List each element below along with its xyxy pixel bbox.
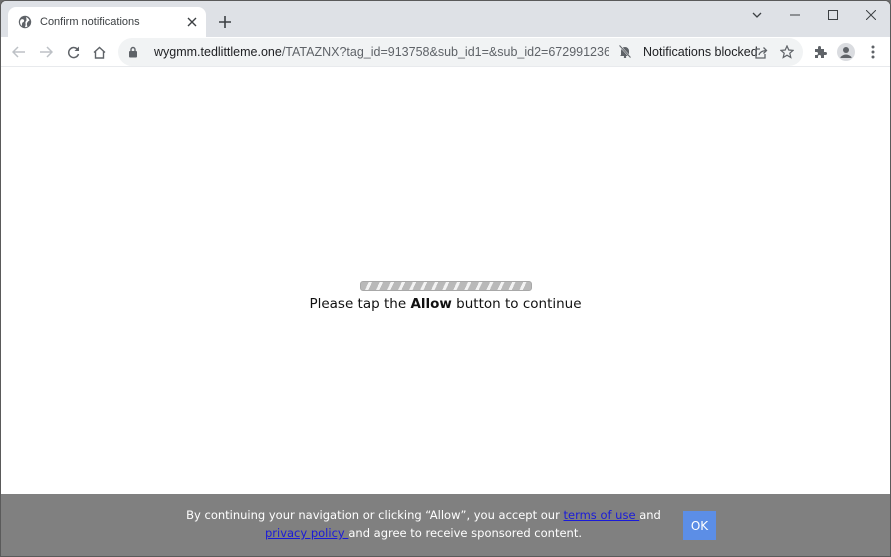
bell-off-icon: [619, 45, 633, 59]
kebab-menu-icon: [871, 45, 875, 59]
consent-text-3: and agree to receive sponsored content.: [348, 526, 582, 540]
menu-button[interactable]: [861, 40, 885, 64]
consent-text-1: By continuing your navigation or clickin…: [186, 508, 564, 522]
instruction-emphasis: Allow: [410, 296, 452, 312]
title-bar: Confirm notifications: [1, 1, 890, 37]
browser-window: Confirm notifications wygmm.tedlittleme.…: [0, 0, 891, 557]
tab-title: Confirm notifications: [40, 16, 140, 28]
instruction-suffix: button to continue: [451, 296, 582, 312]
forward-button[interactable]: [34, 40, 58, 64]
notifications-blocked-chip[interactable]: Notifications blocked: [619, 45, 758, 59]
terms-of-use-link[interactable]: terms of use: [563, 508, 639, 522]
url-domain: wygmm.tedlittleme.one: [154, 45, 282, 59]
profile-icon: [837, 43, 855, 61]
minimize-icon: [790, 14, 800, 16]
reload-icon: [67, 46, 79, 58]
maximize-icon: [828, 10, 838, 20]
privacy-policy-link[interactable]: privacy policy: [265, 526, 348, 540]
forward-arrow-icon: [40, 46, 53, 58]
lock-icon[interactable]: [128, 46, 140, 58]
page-content: Please tap the Allow button to continue …: [1, 68, 890, 556]
striped-progress-bar: [359, 281, 532, 291]
home-button[interactable]: [87, 40, 111, 64]
browser-toolbar: wygmm.tedlittleme.one/TATAZNX?tag_id=913…: [1, 37, 890, 67]
allow-instruction: Please tap the Allow button to continue: [1, 296, 890, 312]
maximize-button[interactable]: [814, 1, 852, 29]
ok-button[interactable]: OK: [683, 511, 716, 540]
instruction-prefix: Please tap the: [309, 296, 411, 312]
window-controls: [738, 1, 890, 29]
tab-search-button[interactable]: [738, 1, 776, 29]
loading-block: Please tap the Allow button to continue: [1, 281, 890, 312]
tab-confirm-notifications[interactable]: Confirm notifications: [8, 7, 206, 37]
consent-footer: By continuing your navigation or clickin…: [1, 494, 890, 556]
reload-button[interactable]: [61, 40, 85, 64]
address-bar[interactable]: wygmm.tedlittleme.one/TATAZNX?tag_id=913…: [118, 38, 803, 66]
extensions-button[interactable]: [808, 40, 832, 64]
puzzle-icon: [815, 46, 827, 58]
globe-icon: [18, 15, 32, 29]
profile-button[interactable]: [834, 40, 858, 64]
consent-text: By continuing your navigation or clickin…: [181, 506, 666, 542]
back-button[interactable]: [7, 40, 31, 64]
close-window-button[interactable]: [852, 1, 890, 29]
close-icon: [866, 10, 876, 20]
share-icon[interactable]: [753, 44, 769, 60]
minimize-button[interactable]: [776, 1, 814, 29]
notifications-status-text: Notifications blocked: [643, 45, 758, 59]
close-icon[interactable]: [184, 14, 200, 30]
consent-text-2: and: [639, 508, 661, 522]
chevron-down-icon: [752, 12, 762, 18]
back-arrow-icon: [12, 46, 25, 58]
home-icon: [93, 46, 105, 59]
plus-icon: [219, 16, 231, 28]
new-tab-button[interactable]: [215, 12, 235, 32]
url-path: /TATAZNX?tag_id=913758&sub_id1=&sub_id2=…: [281, 45, 609, 59]
star-icon[interactable]: [779, 44, 795, 60]
url-text[interactable]: wygmm.tedlittleme.one/TATAZNX?tag_id=913…: [154, 45, 609, 59]
